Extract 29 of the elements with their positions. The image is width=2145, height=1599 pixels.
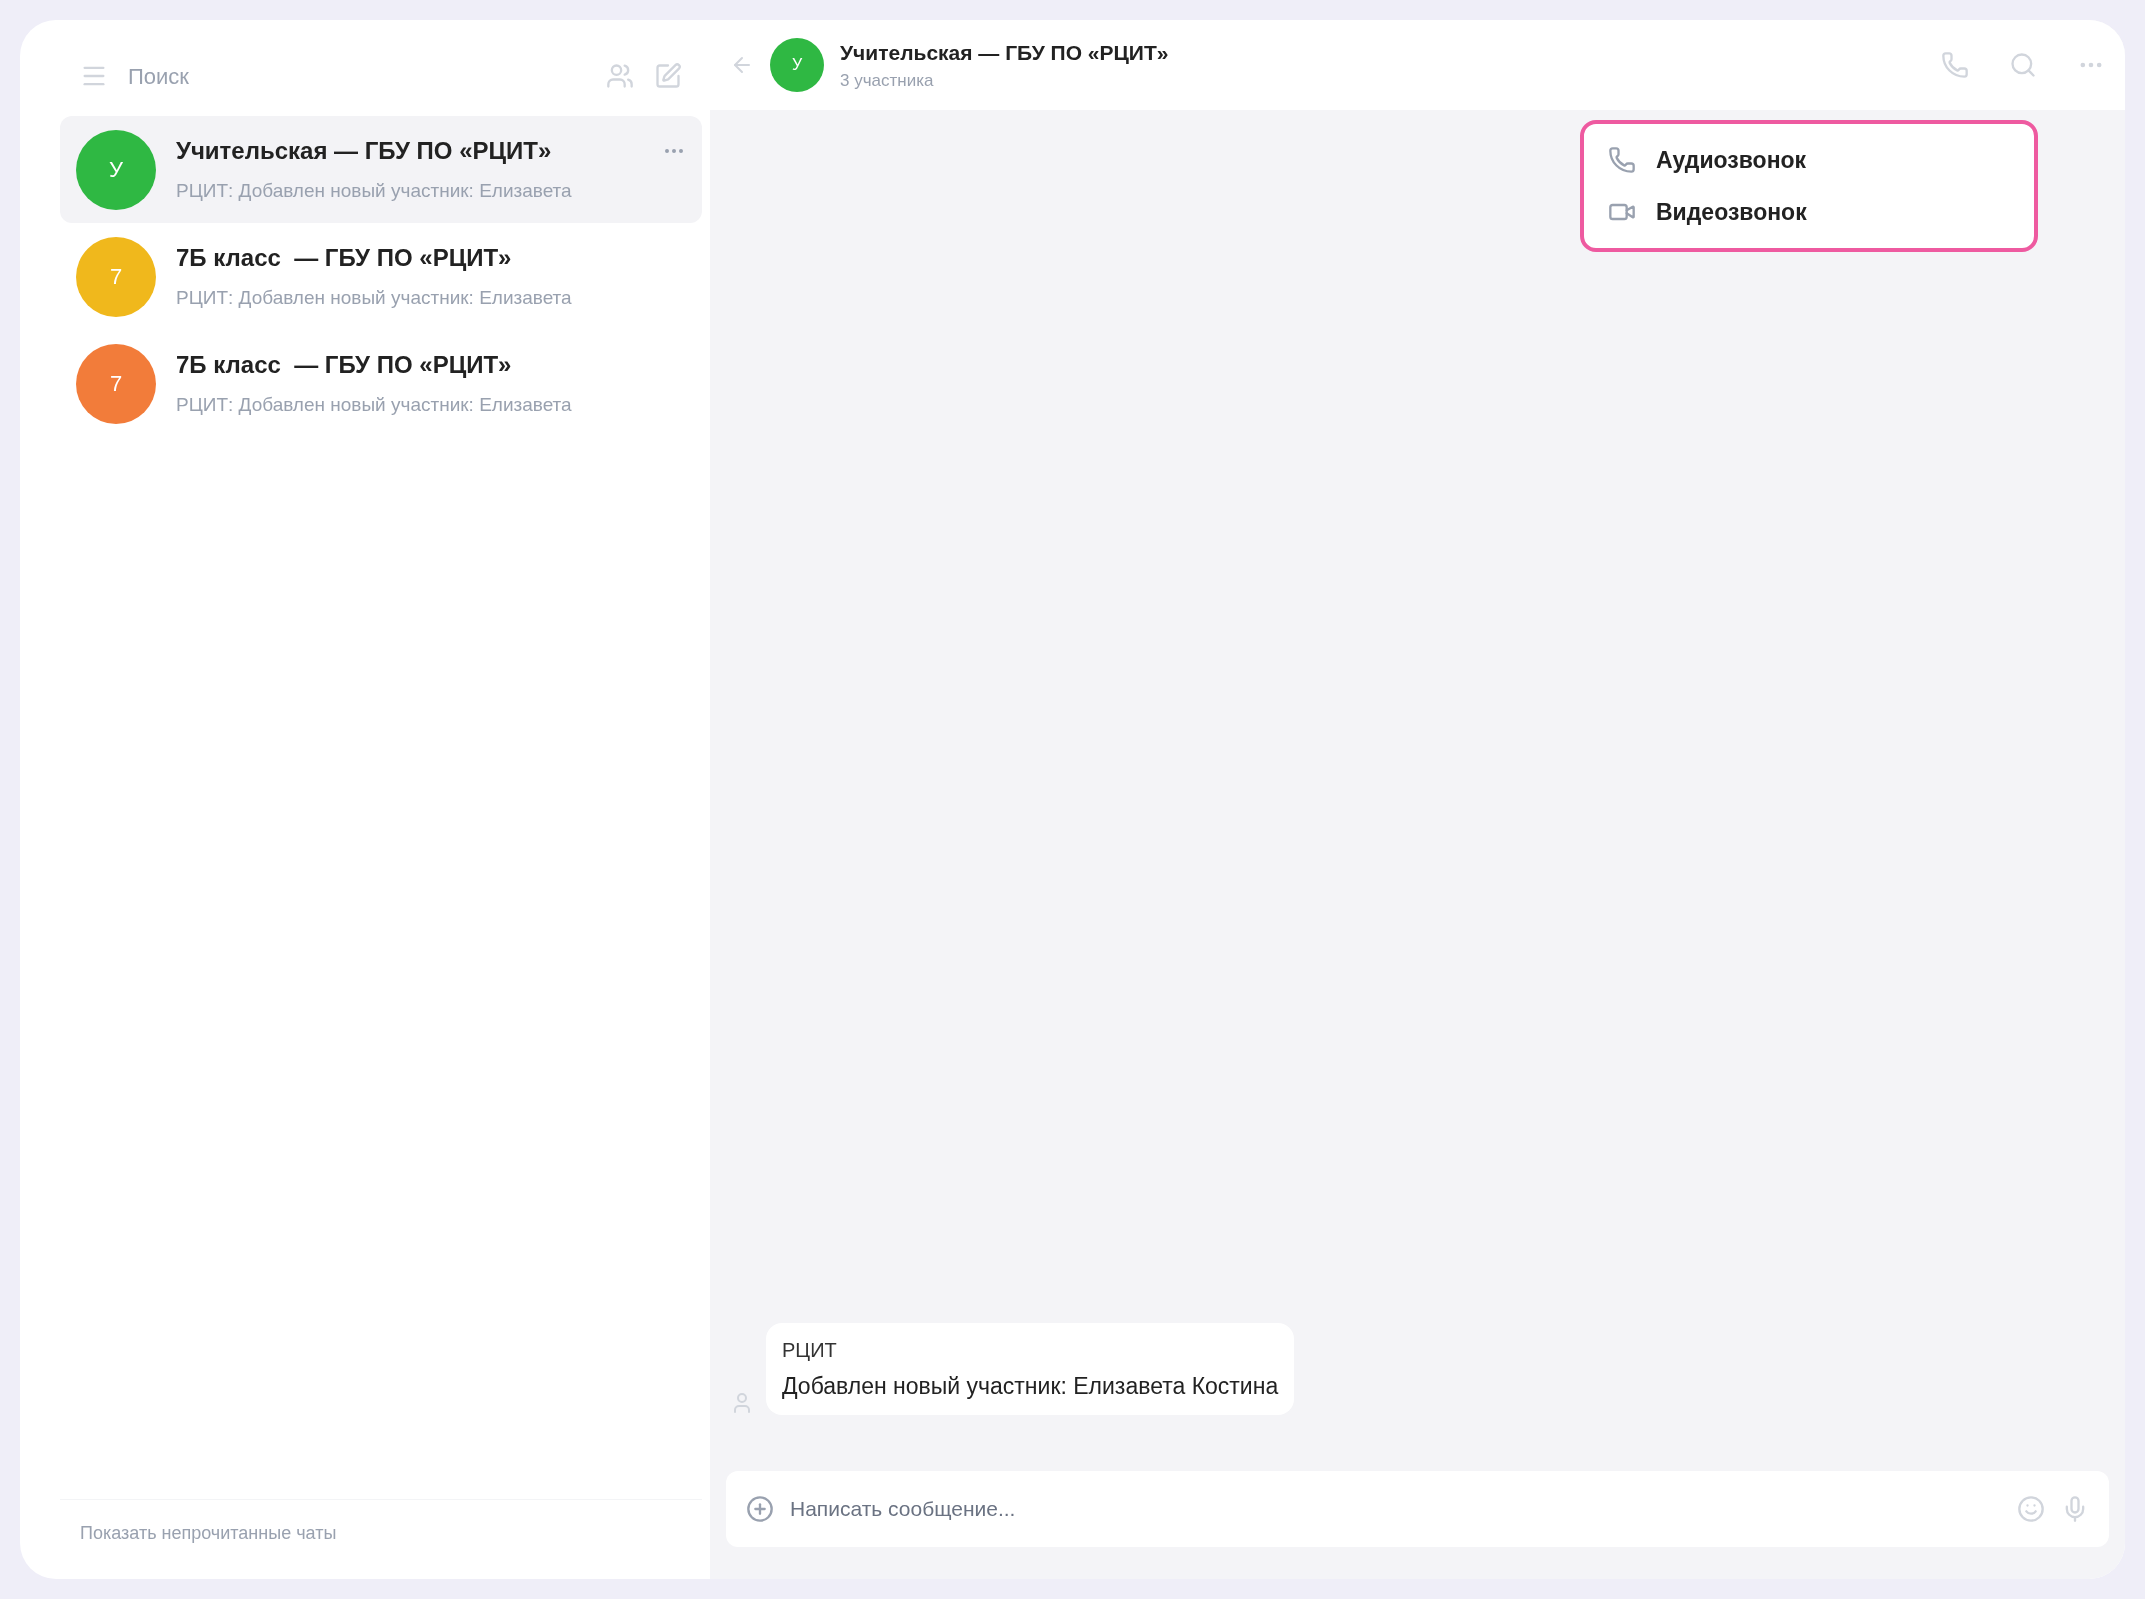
message-input[interactable]: Написать сообщение... (790, 1493, 2001, 1525)
chat-header-title: Учительская — ГБУ ПО «РЦИТ» (840, 39, 1170, 66)
call-menu-item[interactable]: Видеозвонок (1608, 192, 2010, 232)
chat-avatar: У (770, 38, 824, 92)
add-contact-icon[interactable] (606, 62, 634, 90)
chat-list-item[interactable]: У Учительская — ГБУ ПО «РЦИТ» РЦИТ: Добавлен новый участник: Елизавета (60, 116, 702, 223)
chat-avatar: 7 (76, 236, 156, 317)
chat-avatar: 7 (76, 343, 156, 424)
phone-icon (1608, 146, 1636, 174)
chat-header-subtitle: 3 участника (840, 70, 935, 92)
call-menu-item[interactable]: Аудиозвонок (1608, 140, 2010, 180)
phone-icon[interactable] (1941, 51, 1969, 79)
chat-avatar: У (76, 129, 156, 210)
chat-preview: РЦИТ: Добавлен новый участник: Елизавета (176, 179, 573, 204)
search-icon[interactable] (2009, 51, 2037, 79)
message-author: РЦИТ (782, 1337, 838, 1363)
emoji-icon[interactable] (2017, 1495, 2045, 1523)
message-text: Добавлен новый участник: Елизавета Костина (782, 1371, 1279, 1401)
message-composer[interactable]: Написать сообщение... (726, 1471, 2109, 1547)
chat-title: 7Б класс — ГБУ ПО «РЦИТ» (176, 243, 513, 274)
compose-icon[interactable] (654, 62, 682, 90)
search-field[interactable]: Поиск (128, 59, 586, 93)
chat-list-item[interactable]: 7 7Б класс — ГБУ ПО «РЦИТ» РЦИТ: Добавлен новый участник: Елизавета (60, 223, 702, 330)
chat-preview: РЦИТ: Добавлен новый участник: Елизавета (176, 393, 573, 418)
chat-preview: РЦИТ: Добавлен новый участник: Елизавета (176, 286, 573, 311)
attach-icon[interactable] (746, 1495, 774, 1523)
chat-list-item[interactable]: 7 7Б класс — ГБУ ПО «РЦИТ» РЦИТ: Добавлен новый участник: Елизавета (60, 330, 702, 437)
chat-title: Учительская — ГБУ ПО «РЦИТ» (176, 136, 553, 167)
chat-title: 7Б класс — ГБУ ПО «РЦИТ» (176, 350, 513, 381)
